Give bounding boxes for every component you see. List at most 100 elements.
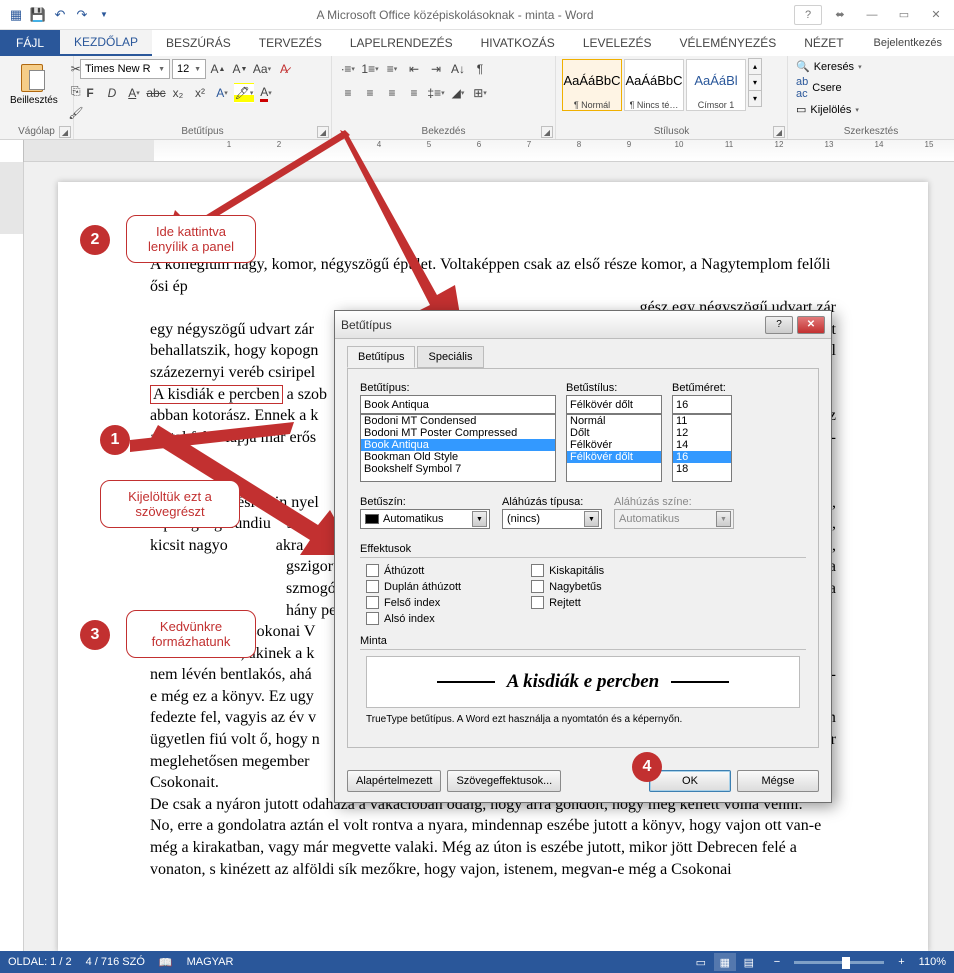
- tab-view[interactable]: NÉZET: [790, 30, 857, 56]
- dialog-tab-advanced[interactable]: Speciális: [417, 346, 483, 368]
- save-icon[interactable]: 💾: [28, 5, 48, 25]
- font-name-list[interactable]: Bodoni MT Condensed Bodoni MT Poster Com…: [360, 414, 556, 482]
- borders-icon[interactable]: ⊞▾: [470, 83, 490, 103]
- chk-smallcaps[interactable]: Kiskapitális: [531, 564, 604, 577]
- list-item[interactable]: Félkövér: [567, 439, 661, 451]
- font-color-button[interactable]: A▾: [256, 83, 276, 103]
- list-item[interactable]: Bodoni MT Poster Compressed: [361, 427, 555, 439]
- tab-pagelayout[interactable]: LAPELRENDEZÉS: [336, 30, 467, 56]
- tab-mailings[interactable]: LEVELEZÉS: [569, 30, 666, 56]
- ok-button[interactable]: OK: [649, 770, 731, 792]
- shrink-font-icon[interactable]: A▼: [230, 59, 250, 79]
- line-spacing-icon[interactable]: ‡≡▾: [426, 83, 446, 103]
- help-button[interactable]: ?: [794, 5, 822, 25]
- superscript-button[interactable]: x²: [190, 83, 210, 103]
- sort-icon[interactable]: A↓: [448, 59, 468, 79]
- subscript-button[interactable]: x₂: [168, 83, 188, 103]
- font-style-list[interactable]: Normál Dőlt Félkövér Félkövér dőlt: [566, 414, 662, 482]
- tab-review[interactable]: VÉLEMÉNYEZÉS: [666, 30, 791, 56]
- align-left-icon[interactable]: ≡: [338, 83, 358, 103]
- style-nospacing[interactable]: AaÁáBbC ¶ Nincs té…: [624, 59, 684, 111]
- gallery-up-icon[interactable]: ▴: [748, 58, 762, 75]
- font-size-list[interactable]: 11 12 14 16 18: [672, 414, 732, 482]
- text-effects-button[interactable]: A▾: [212, 83, 232, 103]
- show-marks-icon[interactable]: ¶: [470, 59, 490, 79]
- tab-design[interactable]: TERVEZÉS: [245, 30, 336, 56]
- highlight-button[interactable]: 🖊▾: [234, 83, 254, 103]
- qat-dropdown-icon[interactable]: ▼: [94, 5, 114, 25]
- selected-text[interactable]: A kisdiák e percben: [150, 385, 283, 404]
- underline-combo[interactable]: (nincs)▼: [502, 509, 602, 529]
- chevron-down-icon[interactable]: ▼: [472, 511, 487, 527]
- list-item[interactable]: Bookman Old Style: [361, 451, 555, 463]
- bullets-icon[interactable]: ∙≡▾: [338, 59, 358, 79]
- zoom-out-button[interactable]: −: [774, 956, 780, 968]
- ruler-vertical[interactable]: [0, 162, 24, 951]
- numbering-icon[interactable]: 1≡▾: [360, 59, 380, 79]
- redo-icon[interactable]: ↷: [72, 5, 92, 25]
- paste-button[interactable]: Beillesztés: [6, 59, 62, 108]
- list-item[interactable]: Dőlt: [567, 427, 661, 439]
- chevron-down-icon[interactable]: ▼: [584, 511, 599, 527]
- close-button[interactable]: ✕: [922, 5, 950, 25]
- underline-button[interactable]: A▾: [124, 83, 144, 103]
- list-item[interactable]: Book Antiqua: [361, 439, 555, 451]
- web-layout-icon[interactable]: ▤: [738, 953, 760, 971]
- cancel-button[interactable]: Mégse: [737, 770, 819, 792]
- list-item[interactable]: 16: [673, 451, 731, 463]
- tab-references[interactable]: HIVATKOZÁS: [467, 30, 569, 56]
- dialog-close-button[interactable]: ✕: [797, 316, 825, 334]
- shading-icon[interactable]: ◢▾: [448, 83, 468, 103]
- decrease-indent-icon[interactable]: ⇤: [404, 59, 424, 79]
- font-name-input[interactable]: [360, 395, 556, 414]
- replace-button[interactable]: abacCsere: [794, 75, 864, 101]
- font-size-select[interactable]: 12▼: [172, 59, 206, 79]
- zoom-slider[interactable]: [794, 961, 884, 964]
- align-right-icon[interactable]: ≡: [382, 83, 402, 103]
- zoom-level[interactable]: 110%: [919, 956, 946, 968]
- list-item[interactable]: 11: [673, 415, 731, 427]
- find-button[interactable]: 🔍Keresés ▾: [794, 59, 864, 74]
- clipboard-launcher[interactable]: ◢: [59, 126, 71, 138]
- font-name-select[interactable]: Times New R▼: [80, 59, 170, 79]
- print-layout-icon[interactable]: ▦: [714, 953, 736, 971]
- zoom-in-button[interactable]: +: [898, 956, 904, 968]
- login-link[interactable]: Bejelentkezés: [862, 30, 954, 56]
- list-item[interactable]: 14: [673, 439, 731, 451]
- list-item[interactable]: 18: [673, 463, 731, 475]
- dialog-tab-font[interactable]: Betűtípus: [347, 346, 415, 368]
- chk-strikethrough[interactable]: Áthúzott: [366, 564, 461, 577]
- style-normal[interactable]: AaÁáBbC ¶ Normál: [562, 59, 622, 111]
- fontcolor-combo[interactable]: Automatikus▼: [360, 509, 490, 529]
- paragraph-launcher[interactable]: ◢: [541, 126, 553, 138]
- chk-double-strikethrough[interactable]: Duplán áthúzott: [366, 580, 461, 593]
- gallery-more-icon[interactable]: ▾: [748, 90, 762, 107]
- language-indicator[interactable]: MAGYAR: [187, 956, 234, 968]
- word-app-icon[interactable]: ▦: [6, 5, 26, 25]
- read-mode-icon[interactable]: ▭: [690, 953, 712, 971]
- dialog-help-button[interactable]: ?: [765, 316, 793, 334]
- chk-allcaps[interactable]: Nagybetűs: [531, 580, 604, 593]
- change-case-icon[interactable]: Aa▾: [252, 59, 272, 79]
- chk-superscript[interactable]: Felső index: [366, 596, 461, 609]
- styles-launcher[interactable]: ◢: [773, 126, 785, 138]
- font-launcher[interactable]: ◢: [317, 126, 329, 138]
- font-style-input[interactable]: [566, 395, 662, 414]
- clear-formatting-icon[interactable]: A̷: [274, 59, 294, 79]
- font-size-input[interactable]: [672, 395, 732, 414]
- style-heading1[interactable]: AaÁáBl Címsor 1: [686, 59, 746, 111]
- undo-icon[interactable]: ↶: [50, 5, 70, 25]
- list-item[interactable]: 12: [673, 427, 731, 439]
- italic-button[interactable]: D: [102, 83, 122, 103]
- list-item[interactable]: Félkövér dőlt: [567, 451, 661, 463]
- minimize-button[interactable]: —: [858, 5, 886, 25]
- select-button[interactable]: ▭Kijelölés ▾: [794, 102, 864, 117]
- page-indicator[interactable]: OLDAL: 1 / 2: [8, 956, 72, 968]
- increase-indent-icon[interactable]: ⇥: [426, 59, 446, 79]
- list-item[interactable]: Normál: [567, 415, 661, 427]
- text-effects-button[interactable]: Szövegeffektusok...: [447, 770, 561, 792]
- maximize-button[interactable]: ▭: [890, 5, 918, 25]
- list-item[interactable]: Bodoni MT Condensed: [361, 415, 555, 427]
- list-item[interactable]: Bookshelf Symbol 7: [361, 463, 555, 475]
- dialog-titlebar[interactable]: Betűtípus ? ✕: [335, 311, 831, 339]
